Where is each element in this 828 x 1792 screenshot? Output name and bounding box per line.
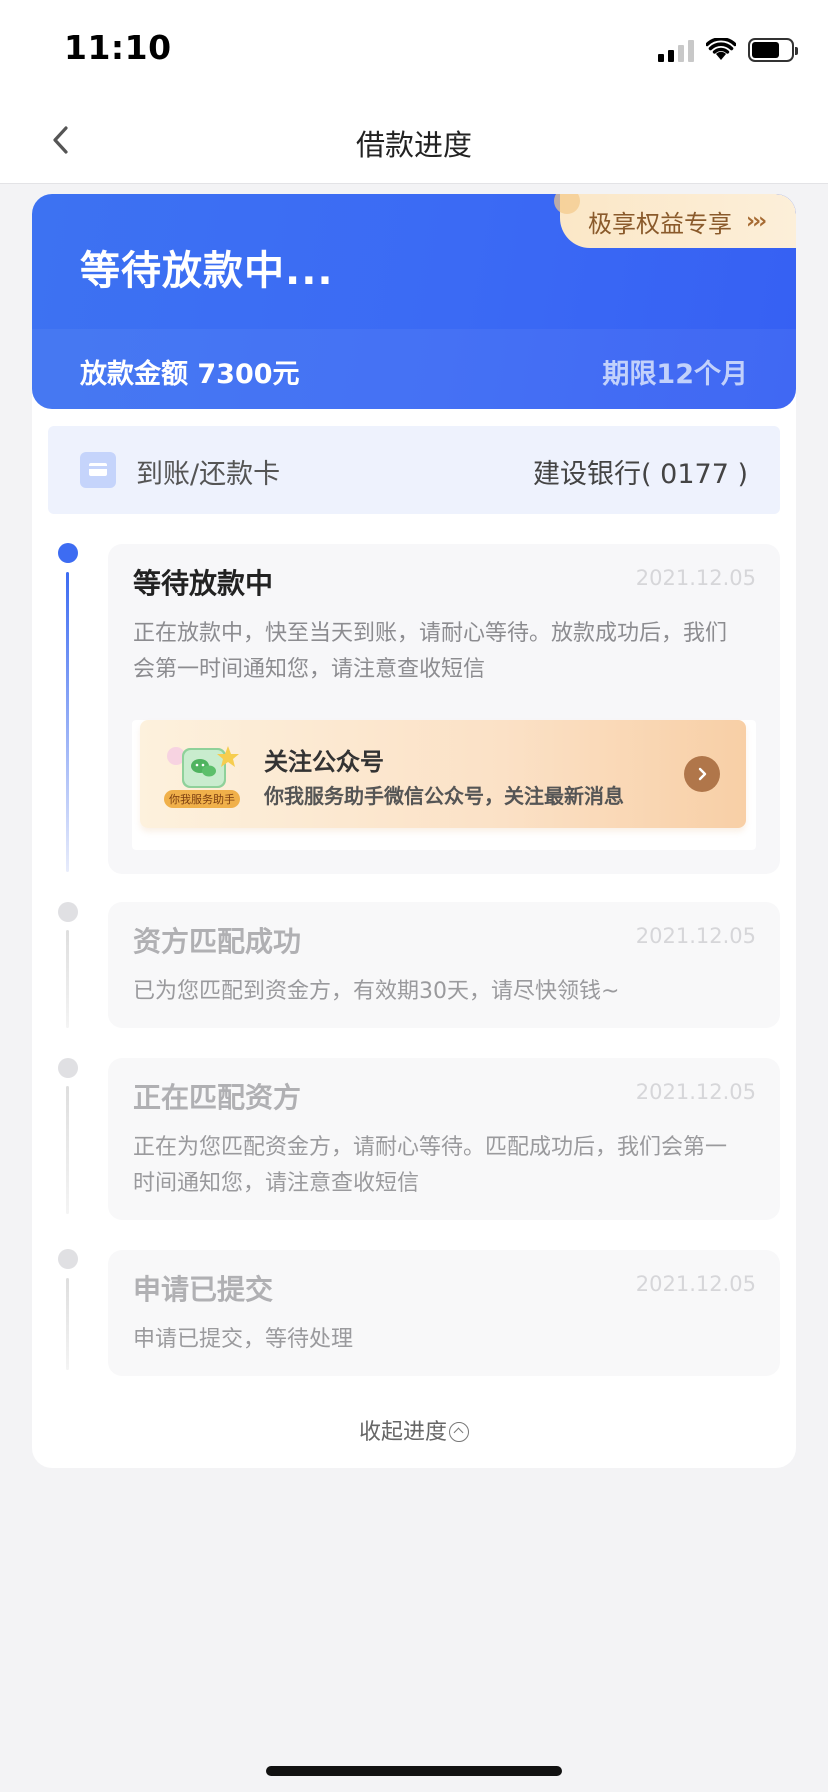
timeline-step-matched: 资方匹配成功 2021.12.05 已为您匹配到资金方，有效期30天，请尽快领钱… [108,902,780,1028]
wechat-assistant-icon: 你我服务助手 [164,746,240,808]
step-title: 等待放款中 [133,567,274,600]
step-description: 正在放款中，快至当天到账，请耐心等待。放款成功后，我们会第一时间通知您，请注意查… [133,621,728,682]
step-title: 资方匹配成功 [133,925,302,958]
vip-label: 极享权益专享 [588,209,732,238]
triple-chevron-icon: ››› [746,208,767,234]
timeline-line [66,572,69,872]
chevron-up-circle-icon [449,1422,469,1442]
promo-title: 关注公众号 [264,748,384,776]
step-date: 2021.12.05 [635,1080,756,1104]
timeline-dot [58,1249,78,1269]
promo-icon-caption: 你我服务助手 [169,792,235,806]
bank-card-icon [80,452,116,488]
promo-subtitle: 你我服务助手微信公众号，关注最新消息 [264,784,624,808]
status-hero: 等待放款中... 放款金额 7300元 期限12个月 极享权益专享 ››› [32,194,796,409]
timeline-line [66,930,69,1028]
status-icons [658,36,798,64]
home-indicator [266,1766,562,1776]
timeline-line [66,1278,69,1370]
crown-decoration-icon [554,194,580,214]
step-description: 正在为您匹配资金方，请耐心等待。匹配成功后，我们会第一时间通知您，请注意查收短信 [133,1135,728,1196]
wifi-icon [706,38,736,60]
chevron-right-icon[interactable] [684,756,720,792]
loan-amount: 放款金额 7300元 [80,359,300,390]
loan-status-title: 等待放款中... [80,248,334,294]
step-title: 正在匹配资方 [133,1081,302,1114]
status-bar: 11:10 [0,0,828,96]
step-description: 已为您匹配到资金方，有效期30天，请尽快领钱~ [133,979,620,1004]
battery-icon [748,38,798,62]
wechat-follow-banner[interactable]: 你我服务助手 关注公众号 你我服务助手微信公众号，关注最新消息 [140,720,746,828]
status-time: 11:10 [64,28,172,67]
step-title: 申请已提交 [133,1273,274,1306]
collapse-progress-button[interactable]: 收起进度 [0,1414,828,1446]
collapse-label: 收起进度 [358,1420,447,1445]
page-title: 借款进度 [355,128,472,162]
timeline-dot-active [58,543,78,563]
timeline-line [66,1086,69,1214]
vip-benefits-badge[interactable]: 极享权益专享 ››› [554,194,796,248]
repayment-card-row[interactable]: 到账/还款卡 建设银行( 0177 ) [48,426,780,514]
loan-term: 期限12个月 [602,359,748,390]
step-description: 申请已提交，等待处理 [133,1327,354,1352]
timeline-step-matching: 正在匹配资方 2021.12.05 正在为您匹配资金方，请耐心等待。匹配成功后，… [108,1058,780,1220]
timeline-dot [58,902,78,922]
step-date: 2021.12.05 [635,1272,756,1296]
timeline-step-submitted: 申请已提交 2021.12.05 申请已提交，等待处理 [108,1250,780,1376]
timeline-step-disbursing: 等待放款中 2021.12.05 正在放款中，快至当天到账，请耐心等待。放款成功… [108,544,780,874]
nav-bar: 借款进度 [0,96,828,184]
repayment-card-value: 建设银行( 0177 ) [533,459,748,490]
step-date: 2021.12.05 [635,566,756,590]
timeline-dot [58,1058,78,1078]
signal-icon [658,38,694,62]
step-date: 2021.12.05 [635,924,756,948]
screen: 11:10 借款进度 等待放款中... 放款金额 7300元 期限12个月 极享… [0,0,828,1792]
repayment-card-label: 到账/还款卡 [136,459,281,490]
promo-container: 你我服务助手 关注公众号 你我服务助手微信公众号，关注最新消息 [132,720,756,850]
